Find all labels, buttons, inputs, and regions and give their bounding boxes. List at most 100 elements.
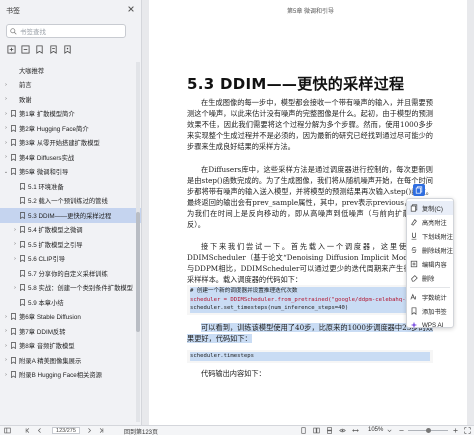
page-number-input[interactable]: 123/275 [52, 427, 80, 434]
add-bookmark-icon[interactable] [34, 44, 44, 54]
previous-page-icon[interactable] [36, 427, 43, 434]
bookmark-item[interactable]: 5.3 DDIM——更快的采样过程 [0, 208, 141, 223]
menu-item-highlight[interactable]: 高亮附注 [407, 215, 453, 229]
bookmark-item[interactable]: › 第2章 Hugging Face简介 [0, 121, 141, 136]
scrollbar-thumb[interactable] [136, 212, 140, 332]
bookmark-item[interactable]: › 致谢 [0, 92, 141, 107]
bookmark-flag-icon [11, 110, 16, 118]
back-to-page-link[interactable]: 回到第123页 [124, 427, 158, 435]
bookmark-item[interactable]: › 第1章 扩散模型简介 [0, 107, 141, 122]
chevron-icon[interactable]: › [3, 111, 9, 117]
chevron-icon[interactable]: ⌄ [3, 169, 9, 175]
menu-item-label: 添加书签 [422, 308, 447, 316]
chevron-icon[interactable]: › [12, 241, 18, 247]
chevron-icon[interactable]: › [12, 285, 18, 291]
chevron-icon[interactable]: › [3, 154, 9, 160]
continuous-read-icon[interactable] [326, 427, 333, 434]
bookmark-item[interactable]: › 前言 [0, 78, 141, 93]
bookmark-flag-icon [11, 67, 16, 74]
menu-item-underline[interactable]: 下划线附注 [407, 229, 453, 243]
first-page-icon[interactable] [24, 427, 31, 434]
last-page-icon[interactable] [98, 427, 105, 434]
chevron-icon[interactable]: › [3, 357, 9, 363]
chevron-icon[interactable]: › [3, 82, 9, 88]
bookmark-label: 5.8 实战：创建一个类别条件扩散模型 [28, 285, 133, 293]
menu-item-delete[interactable]: 删除 [407, 271, 453, 285]
chevron-icon[interactable]: › [3, 125, 9, 131]
bookmark-item[interactable]: 5.1 环境准备 [0, 179, 141, 194]
sidebar-title: 书签 [6, 8, 20, 15]
zoom-in-icon[interactable] [452, 427, 459, 434]
chevron-down-icon[interactable] [386, 427, 393, 434]
menu-item-wps-ai[interactable]: WPS AI [407, 318, 453, 332]
menu-item-copy[interactable]: 复制(C) [407, 201, 453, 215]
menu-item-label: 删除 [422, 275, 435, 283]
bookmark-item[interactable]: › 5.4 扩散模型之微调 [0, 223, 141, 238]
code-block-2: scheduler.timesteps [187, 350, 433, 363]
fullscreen-icon[interactable] [464, 427, 471, 434]
menu-item-add-bookmark[interactable]: 添加书签 [407, 304, 453, 318]
bookmark-label: 5.7 分享你的自定义采样训练 [28, 270, 108, 278]
collapse-all-icon[interactable] [20, 44, 30, 54]
sidebar-toggle-icon[interactable] [4, 427, 11, 434]
bookmark-item[interactable]: › 第3章 从零开始搭建扩散模型 [0, 136, 141, 151]
menu-item-label: 编辑内容 [422, 261, 447, 269]
fit-width-icon[interactable] [352, 427, 359, 434]
bookmark-item[interactable]: › 5.6 CLIP引导 [0, 252, 141, 267]
bookmark-item[interactable]: › 5.8 实战：创建一个类别条件扩散模型 [0, 281, 141, 296]
bookmark-flag-icon [11, 168, 16, 176]
bookmark-item[interactable]: 大咖推荐 [0, 63, 141, 78]
sidebar-scrollbar[interactable] [136, 62, 140, 422]
chevron-icon[interactable]: › [3, 96, 9, 102]
page-header: 第5章 微调和引导 [287, 9, 335, 15]
bookmark-item[interactable]: › 第7章 DDIM反转 [0, 324, 141, 339]
bookmark-flag-icon [11, 153, 16, 161]
chevron-icon[interactable]: › [12, 256, 18, 262]
menu-item-word-count[interactable]: 字数统计 [407, 290, 453, 304]
zoom-out-icon[interactable] [398, 427, 405, 434]
chevron-icon[interactable]: › [3, 372, 9, 378]
bookmark-label: 5.4 扩散模型之微调 [28, 227, 83, 235]
bookmark-flag-icon [11, 356, 16, 364]
chevron-icon[interactable]: › [3, 140, 9, 146]
menu-item-edit[interactable]: 编辑内容 [407, 257, 453, 271]
bookmark-options-icon[interactable] [62, 44, 72, 54]
bookmark-flag-icon [11, 327, 16, 335]
single-page-icon[interactable] [300, 427, 307, 434]
bookmark-item[interactable]: 5.2 载入一个预训练过的管线 [0, 194, 141, 209]
chevron-icon[interactable]: › [3, 343, 9, 349]
expand-all-icon[interactable] [6, 44, 16, 54]
bookmark-item[interactable]: › 附录B Hugging Face相关资源 [0, 368, 141, 383]
paragraph-3: 接下来我们尝试一下。首先载入一个调度器，这里使用的是DDIMScheduler（… [187, 242, 433, 284]
bookmark-item[interactable]: › 第8章 音频扩散模型 [0, 339, 141, 354]
bookmark-flag-icon [11, 124, 16, 132]
next-page-icon[interactable] [86, 427, 93, 434]
bookmark-item[interactable]: › 5.5 扩散模型之引导 [0, 237, 141, 252]
section-title: 5.3 DDIM——更快的采样过程 [187, 75, 405, 93]
bookmark-label: 第6章 Stable Diffusion [19, 314, 81, 322]
bookmark-flag-icon [11, 81, 16, 88]
bookmark-item[interactable]: › 第6章 Stable Diffusion [0, 310, 141, 325]
chevron-icon[interactable]: › [12, 227, 18, 233]
bookmark-item[interactable]: › 第4章 Diffusers实战 [0, 150, 141, 165]
bookmark-label: 附录B Hugging Face相关资源 [19, 372, 102, 380]
close-icon[interactable] [127, 5, 135, 13]
chevron-icon[interactable]: › [3, 314, 9, 320]
bookmark-label: 大咖推荐 [19, 67, 45, 75]
selection-tool-button[interactable] [413, 184, 425, 196]
menu-item-strikethrough[interactable]: 删除线附注 [407, 243, 453, 257]
code-line: scheduler.timesteps [190, 352, 430, 361]
delete-bookmark-icon[interactable] [48, 44, 58, 54]
bookmark-item[interactable]: 5.9 本章小结 [0, 295, 141, 310]
bookmark-item[interactable]: ⌄ 第5章 微调和引导 [0, 165, 141, 180]
bookmark-label: 5.6 CLIP引导 [28, 256, 66, 264]
chevron-icon[interactable]: › [3, 328, 9, 334]
bookmark-item[interactable]: › 附录A 精美图像集展示 [0, 353, 141, 368]
zoom-slider-thumb[interactable] [426, 428, 431, 433]
bookmark-search-input[interactable]: 书签查找 [6, 24, 126, 38]
eye-protection-icon[interactable] [339, 427, 346, 434]
bookmark-item[interactable]: 5.7 分享你的自定义采样训练 [0, 266, 141, 281]
zoom-level[interactable]: 105% [368, 427, 383, 433]
double-page-icon[interactable] [313, 427, 320, 434]
code-line: scheduler.set_timesteps(num_inference_st… [190, 304, 430, 313]
